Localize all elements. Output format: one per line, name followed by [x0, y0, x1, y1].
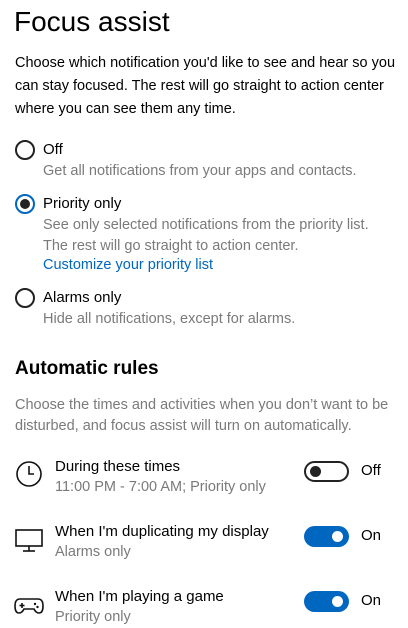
toggle-state-label: On: [361, 592, 382, 609]
radio-off[interactable]: [15, 140, 35, 160]
automatic-rules-desc: Choose the times and activities when you…: [15, 397, 389, 434]
radio-alarms-only[interactable]: [15, 288, 35, 308]
rule-title: When I'm playing a game: [55, 588, 224, 605]
page-title: Focus assist: [14, 6, 170, 37]
option-off-desc: Get all notifications from your apps and…: [43, 163, 357, 179]
during-these-times-toggle[interactable]: [304, 461, 349, 482]
playing-game-toggle[interactable]: [304, 591, 349, 612]
game-controller-icon: [14, 598, 44, 614]
rule-title: When I'm duplicating my display: [55, 523, 269, 540]
rule-subtitle: 11:00 PM - 7:00 AM; Priority only: [55, 479, 266, 495]
automatic-rules-title: Automatic rules: [15, 358, 159, 379]
option-off[interactable]: Off Get all notifications from your apps…: [15, 140, 383, 182]
customize-priority-list-link[interactable]: Customize your priority list: [43, 255, 213, 276]
rule-subtitle: Alarms only: [55, 544, 131, 560]
option-priority-only-desc-2: The rest will go straight to action cent…: [43, 238, 299, 254]
rule-duplicating-display[interactable]: When I'm duplicating my display Alarms o…: [0, 522, 408, 568]
toggle-knob: [332, 596, 343, 607]
option-alarms-only[interactable]: Alarms only Hide all notifications, exce…: [15, 288, 383, 330]
toggle-state-label: Off: [361, 462, 381, 479]
toggle-knob: [332, 531, 343, 542]
toggle-knob: [310, 466, 321, 477]
duplicating-display-toggle[interactable]: [304, 526, 349, 547]
toggle-state-label: On: [361, 527, 382, 544]
rule-subtitle: Priority only: [55, 609, 131, 625]
radio-priority-only[interactable]: [15, 194, 35, 214]
option-alarms-only-desc: Hide all notifications, except for alarm…: [43, 311, 296, 327]
clock-icon: [16, 461, 42, 487]
option-priority-only[interactable]: Priority only See only selected notifica…: [15, 194, 383, 257]
rule-playing-game[interactable]: When I'm playing a game Priority only On: [0, 587, 408, 628]
intro-text: Choose which notification you'd like to …: [15, 55, 396, 117]
rule-during-these-times[interactable]: During these times 11:00 PM - 7:00 AM; P…: [0, 457, 408, 503]
option-off-label: Off: [43, 141, 63, 158]
rule-title: During these times: [55, 458, 181, 475]
option-priority-only-desc-1: See only selected notifications from the…: [43, 217, 369, 233]
option-priority-only-label: Priority only: [43, 195, 122, 212]
option-alarms-only-label: Alarms only: [43, 289, 122, 306]
monitor-icon: [15, 529, 43, 552]
